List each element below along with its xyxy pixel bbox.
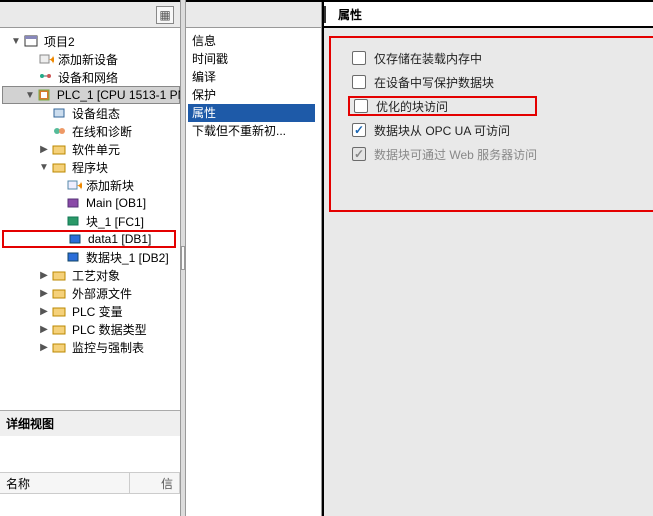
- tree-main-ob1[interactable]: Main [OB1]: [2, 194, 180, 212]
- checkbox-row-store-load-mem[interactable]: 仅存储在装载内存中: [352, 48, 537, 68]
- detail-view-title: 详细视图: [6, 415, 54, 432]
- cat-compile[interactable]: 编译: [188, 68, 315, 86]
- category-list: 信息 时间戳 编译 保护 属性 下载但不重新初...: [182, 28, 321, 144]
- expander-icon[interactable]: ▶: [38, 269, 50, 281]
- tree-watch-force[interactable]: ▶ 监控与强制表: [2, 338, 180, 356]
- tree-db2[interactable]: 数据块_1 [DB2]: [2, 248, 180, 266]
- tree-fc1[interactable]: 块_1 [FC1]: [2, 212, 180, 230]
- expander-icon[interactable]: ▼: [10, 35, 22, 47]
- tree-data1-db1[interactable]: data1 [DB1]: [2, 230, 176, 248]
- tree-tech-objects[interactable]: ▶ 工艺对象: [2, 266, 180, 284]
- folder-icon: [52, 268, 68, 282]
- tree-sw-units[interactable]: ▶ 软件单元: [2, 140, 180, 158]
- checkbox[interactable]: [352, 51, 366, 65]
- checkbox-label: 数据块从 OPC UA 可访问: [374, 122, 510, 139]
- fc-block-icon: [66, 214, 82, 228]
- expander-icon[interactable]: ▶: [38, 305, 50, 317]
- col-name[interactable]: 名称: [0, 473, 130, 493]
- plc-icon: [37, 88, 53, 102]
- folder-icon: [52, 160, 68, 174]
- project-tree: ▼ 项目2 ✦ 添加新设备 设备和网络 ▼ PLC_1 [CP: [0, 28, 180, 410]
- tree-label: 块_1 [FC1]: [86, 213, 144, 230]
- checkbox[interactable]: [352, 123, 366, 137]
- folder-icon: [52, 304, 68, 318]
- checkbox-label: 仅存储在装载内存中: [374, 50, 482, 67]
- detail-grid-header: 名称 信: [0, 472, 180, 494]
- tree-label: PLC_1 [CPU 1513-1 PN]: [57, 88, 180, 102]
- device-config-icon: [52, 106, 68, 120]
- tree-add-block[interactable]: ✦ 添加新块: [2, 176, 180, 194]
- checkbox-row-webserver: 数据块可通过 Web 服务器访问: [352, 144, 537, 164]
- checkbox-row-opcua[interactable]: 数据块从 OPC UA 可访问: [352, 120, 537, 140]
- cat-download-noreinit[interactable]: 下载但不重新初...: [188, 122, 315, 140]
- expander-icon[interactable]: ▶: [38, 341, 50, 353]
- tree-project[interactable]: ▼ 项目2: [2, 32, 180, 50]
- tree-online-diag[interactable]: 在线和诊断: [2, 122, 180, 140]
- tree-program-blocks[interactable]: ▼ 程序块: [2, 158, 180, 176]
- checkbox-label: 优化的块访问: [376, 98, 448, 115]
- tree-label: 设备组态: [72, 105, 120, 122]
- checkbox[interactable]: [352, 75, 366, 89]
- diagnostics-icon: [52, 124, 68, 138]
- tree-label: 项目2: [44, 33, 75, 50]
- expander-icon[interactable]: ▶: [38, 323, 50, 335]
- tree-label: 添加新块: [86, 177, 134, 194]
- tree-add-device[interactable]: ✦ 添加新设备: [2, 50, 180, 68]
- folder-icon: [52, 322, 68, 336]
- checkbox-label: 数据块可通过 Web 服务器访问: [374, 146, 537, 163]
- properties-header: 属性: [324, 6, 653, 23]
- tree-label: Main [OB1]: [86, 196, 146, 210]
- expander-icon[interactable]: ▶: [38, 287, 50, 299]
- tree-label: 程序块: [72, 159, 108, 176]
- tree-label: PLC 变量: [72, 303, 123, 320]
- tree-label: data1 [DB1]: [88, 232, 151, 246]
- left-toolbar: ▦: [0, 2, 180, 28]
- checkbox-label: 在设备中写保护数据块: [374, 74, 494, 91]
- tree-label: 软件单元: [72, 141, 120, 158]
- tree-label: 工艺对象: [72, 267, 120, 284]
- cat-info[interactable]: 信息: [188, 32, 315, 50]
- svg-text:✦: ✦: [76, 179, 82, 192]
- tree-device-config[interactable]: 设备组态: [2, 104, 180, 122]
- tree-label: PLC 数据类型: [72, 321, 147, 338]
- db-block-icon: [68, 232, 84, 246]
- folder-icon: [52, 142, 68, 156]
- tree-plc[interactable]: ▼ PLC_1 [CPU 1513-1 PN]: [2, 86, 180, 104]
- tree-plc-tags[interactable]: ▶ PLC 变量: [2, 302, 180, 320]
- checkbox: [352, 147, 366, 161]
- folder-icon: [52, 286, 68, 300]
- checkbox[interactable]: [354, 99, 368, 113]
- ob-block-icon: [66, 196, 82, 210]
- add-device-icon: ✦: [38, 52, 54, 66]
- folder-icon: [52, 340, 68, 354]
- svg-text:✦: ✦: [48, 53, 54, 66]
- cat-attributes[interactable]: 属性: [188, 104, 315, 122]
- tree-label: 数据块_1 [DB2]: [86, 249, 169, 266]
- tree-properties-icon[interactable]: ▦: [156, 6, 174, 24]
- expander-icon[interactable]: ▶: [38, 143, 50, 155]
- tree-plc-types[interactable]: ▶ PLC 数据类型: [2, 320, 180, 338]
- db-block-icon: [66, 250, 82, 264]
- col-info[interactable]: 信: [130, 473, 180, 493]
- cat-timestamp[interactable]: 时间戳: [188, 50, 315, 68]
- tree-external-source[interactable]: ▶ 外部源文件: [2, 284, 180, 302]
- checkbox-row-optimized-access[interactable]: 优化的块访问: [348, 96, 537, 116]
- project-icon: [24, 34, 40, 48]
- add-block-icon: ✦: [66, 178, 82, 192]
- expander-icon[interactable]: ▼: [38, 161, 50, 173]
- tree-label: 在线和诊断: [72, 123, 132, 140]
- tree-label: 外部源文件: [72, 285, 132, 302]
- tree-label: 设备和网络: [58, 69, 118, 86]
- checkbox-row-write-protect[interactable]: 在设备中写保护数据块: [352, 72, 537, 92]
- tree-dev-net[interactable]: 设备和网络: [2, 68, 180, 86]
- network-icon: [38, 70, 54, 84]
- tree-label: 添加新设备: [58, 51, 118, 68]
- expander-icon[interactable]: ▼: [25, 89, 35, 101]
- tree-label: 监控与强制表: [72, 339, 144, 356]
- detail-view-header[interactable]: 详细视图: [0, 410, 180, 436]
- cat-protection[interactable]: 保护: [188, 86, 315, 104]
- vertical-splitter[interactable]: [180, 0, 186, 516]
- properties-body: 仅存储在装载内存中 在设备中写保护数据块 优化的块访问 数据块从 OPC UA …: [324, 28, 653, 516]
